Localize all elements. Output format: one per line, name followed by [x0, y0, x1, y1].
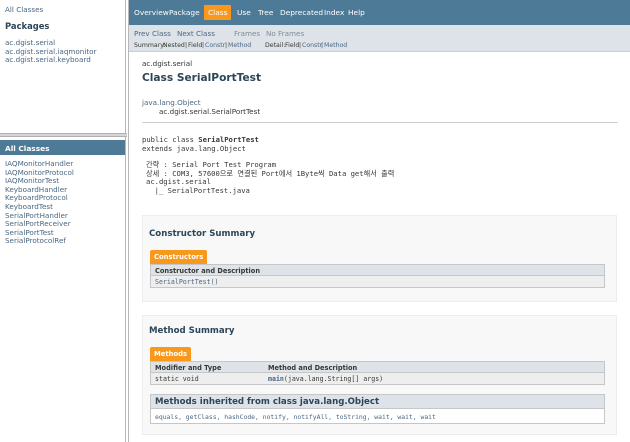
packages-frame: All Classes Packages ac.dgist.serial ac.…: [0, 0, 126, 133]
inherited-methods-box: Methods inherited from class java.lang.O…: [150, 394, 605, 424]
nav-package[interactable]: Package: [169, 8, 200, 17]
constructors-caption: Constructors: [150, 250, 208, 264]
summary-nested: Nested: [163, 42, 185, 49]
nav-overview[interactable]: Overview: [134, 8, 169, 17]
method-table: Modifier and Type Method and Description…: [150, 361, 605, 385]
inherited-methods-list[interactable]: equals, getClass, hashCode, notify, noti…: [151, 409, 604, 423]
method-main-link[interactable]: main: [268, 375, 284, 383]
class-list: IAQMonitorHandler IAQMonitorProtocol IAQ…: [5, 159, 74, 246]
summary-constr-link[interactable]: Constr: [205, 42, 225, 49]
divider: [142, 122, 618, 123]
constructor-summary-title: Constructor Summary: [149, 229, 256, 239]
constructor-summary-block: Constructor Summary Constructors Constru…: [142, 215, 617, 302]
constructor-link[interactable]: SerialPortTest(): [155, 278, 219, 286]
all-classes-link[interactable]: All Classes: [5, 5, 43, 14]
method-modifier: static void: [155, 375, 199, 383]
table-row: SerialPortTest(): [151, 276, 604, 287]
class-extends: extends java.lang.Object: [142, 144, 246, 153]
constructor-table: Constructor and Description SerialPortTe…: [150, 264, 605, 288]
summary-label: Summary:: [134, 42, 166, 49]
classes-frame: All Classes IAQMonitorHandler IAQMonitor…: [0, 137, 126, 442]
detail-field: Field: [285, 42, 300, 49]
inheritance-parent-link[interactable]: java.lang.Object: [142, 98, 201, 107]
detail-method-link[interactable]: Method: [324, 42, 347, 49]
package-name: ac.dgist.serial: [142, 59, 193, 68]
class-content-frame: Overview Package Class Use Tree Deprecat…: [128, 0, 630, 442]
methods-caption: Methods: [150, 347, 192, 361]
detail-constr-link[interactable]: Constr: [302, 42, 322, 49]
summary-field: Field: [188, 42, 203, 49]
nav-deprecated[interactable]: Deprecated: [280, 8, 323, 17]
method-summary-block: Method Summary Methods Modifier and Type…: [142, 315, 617, 435]
table-row: static void main(java.lang.String[] args…: [151, 373, 604, 384]
next-class-link[interactable]: Next Class: [177, 29, 215, 38]
table-header: Modifier and Type Method and Description: [151, 362, 604, 373]
page-title: Class SerialPortTest: [142, 72, 262, 84]
class-description: 간략 : Serial Port Test Program 상세 : COM3,…: [146, 160, 395, 196]
frames-link[interactable]: Frames: [234, 29, 260, 38]
class-declaration: public class SerialPortTest extends java…: [142, 135, 259, 153]
all-classes-heading: All Classes: [0, 140, 125, 155]
method-params: (java.lang.String[] args): [283, 375, 384, 383]
nav-class-active: Class: [204, 5, 232, 20]
class-declaration-name: SerialPortTest: [198, 135, 259, 144]
nav-tree[interactable]: Tree: [258, 8, 273, 17]
summary-method-link[interactable]: Method: [228, 42, 251, 49]
method-summary-title: Method Summary: [149, 326, 235, 336]
packages-heading: Packages: [5, 21, 50, 31]
package-link-keyboard[interactable]: ac.dgist.serial.keyboard: [5, 55, 91, 64]
package-list: ac.dgist.serial ac.dgist.serial.iaqmonit…: [5, 38, 97, 65]
nav-help[interactable]: Help: [348, 8, 365, 17]
detail-label: Detail:: [265, 42, 286, 49]
nav-index[interactable]: Index: [324, 8, 344, 17]
inheritance-child: ac.dgist.serial.SerialPortTest: [159, 107, 261, 116]
no-frames-link[interactable]: No Frames: [266, 29, 304, 38]
top-nav-bar: Overview Package Class Use Tree Deprecat…: [129, 0, 630, 25]
sub-nav-bar: Prev Class Next Class Frames No Frames S…: [129, 25, 630, 52]
class-link[interactable]: SerialProtocolRef: [5, 236, 66, 246]
nav-use[interactable]: Use: [237, 8, 251, 17]
prev-class-link[interactable]: Prev Class: [134, 29, 171, 38]
inherited-methods-title: Methods inherited from class java.lang.O…: [151, 395, 604, 409]
table-header: Constructor and Description: [151, 265, 604, 276]
